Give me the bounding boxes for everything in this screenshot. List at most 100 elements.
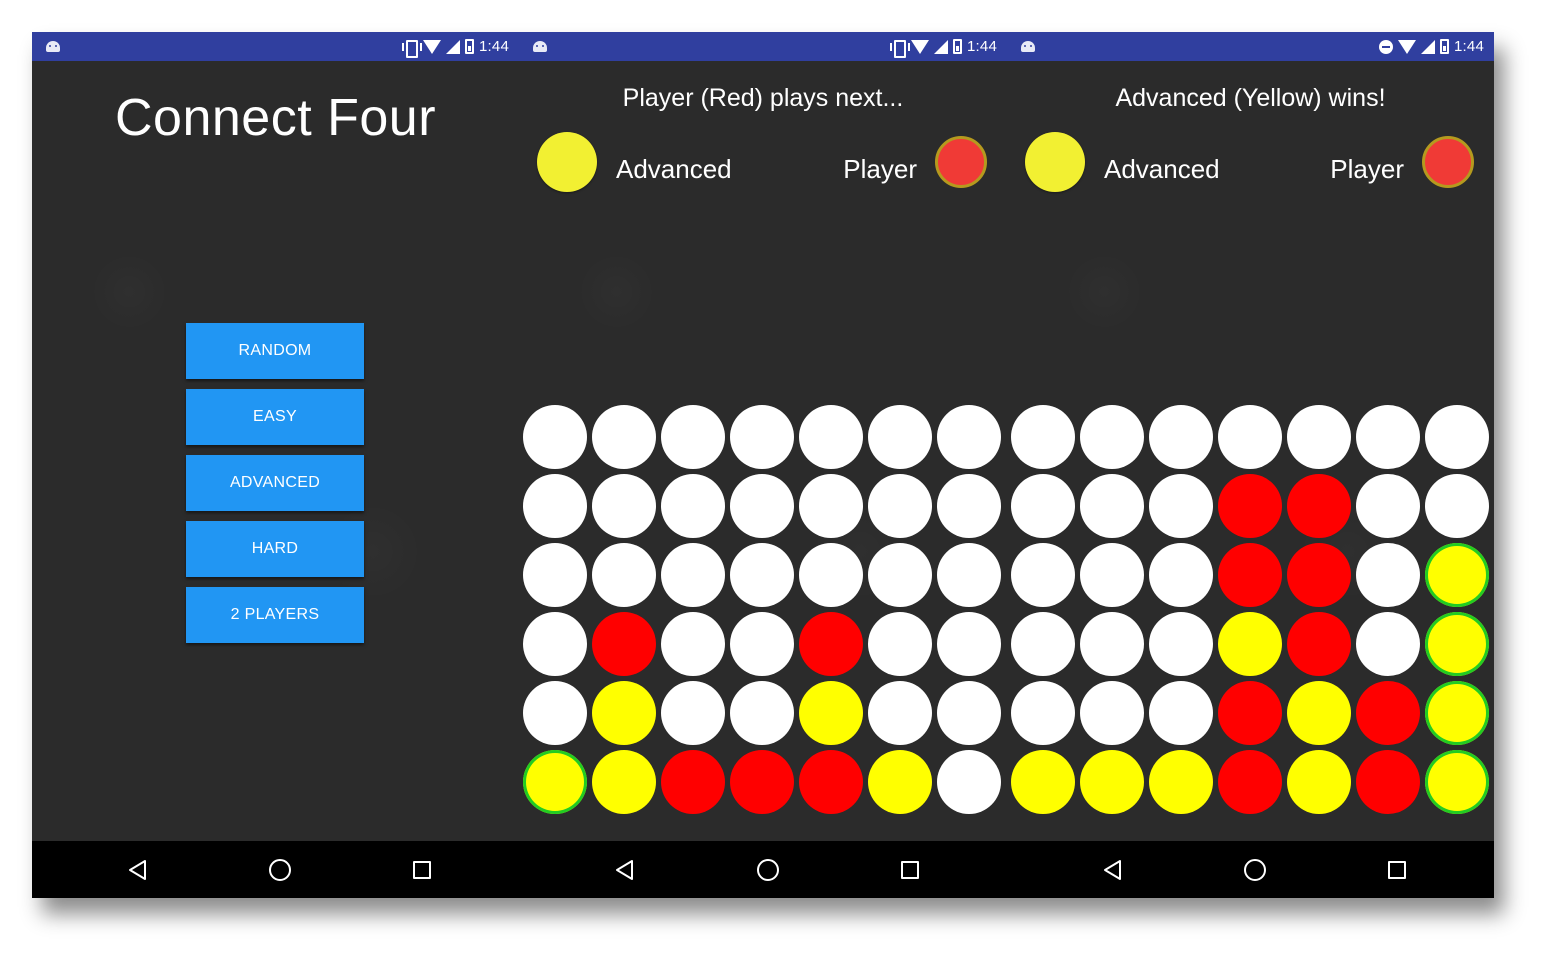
red-disc[interactable] (730, 750, 794, 814)
empty-slot[interactable] (1218, 405, 1282, 469)
red-disc[interactable] (799, 750, 863, 814)
empty-slot[interactable] (1425, 405, 1489, 469)
home-icon[interactable] (756, 858, 779, 881)
empty-slot[interactable] (1149, 543, 1213, 607)
red-disc[interactable] (1218, 750, 1282, 814)
empty-slot[interactable] (592, 405, 656, 469)
two-players-button[interactable]: 2 PLAYERS (186, 587, 364, 643)
yellow-disc[interactable] (799, 681, 863, 745)
red-disc[interactable] (1218, 681, 1282, 745)
home-icon[interactable] (1244, 858, 1266, 881)
advanced-button[interactable]: ADVANCED (186, 455, 364, 511)
empty-slot[interactable] (868, 612, 932, 676)
empty-slot[interactable] (1356, 612, 1420, 676)
hard-button[interactable]: HARD (186, 521, 364, 577)
empty-slot[interactable] (730, 543, 794, 607)
empty-slot[interactable] (1011, 405, 1075, 469)
red-disc[interactable] (661, 750, 725, 814)
recent-apps-icon[interactable] (901, 860, 919, 879)
empty-slot[interactable] (799, 543, 863, 607)
empty-slot[interactable] (661, 681, 725, 745)
red-disc[interactable] (1287, 612, 1351, 676)
empty-slot[interactable] (730, 474, 794, 538)
empty-slot[interactable] (937, 750, 1001, 814)
red-disc[interactable] (1287, 474, 1351, 538)
red-disc[interactable] (1218, 474, 1282, 538)
yellow-disc[interactable] (1011, 750, 1075, 814)
recent-apps-icon[interactable] (413, 860, 431, 879)
empty-slot[interactable] (868, 474, 932, 538)
empty-slot[interactable] (730, 612, 794, 676)
empty-slot[interactable] (661, 543, 725, 607)
random-button[interactable]: RANDOM (186, 323, 364, 379)
winning-yellow-disc[interactable] (523, 750, 587, 814)
empty-slot[interactable] (1356, 405, 1420, 469)
empty-slot[interactable] (523, 543, 587, 607)
back-icon[interactable] (1102, 859, 1122, 881)
yellow-disc[interactable] (592, 750, 656, 814)
empty-slot[interactable] (1149, 681, 1213, 745)
red-disc[interactable] (1356, 750, 1420, 814)
yellow-disc[interactable] (1287, 681, 1351, 745)
empty-slot[interactable] (730, 681, 794, 745)
winning-yellow-disc[interactable] (1425, 681, 1489, 745)
yellow-disc[interactable] (1080, 750, 1144, 814)
empty-slot[interactable] (592, 543, 656, 607)
empty-slot[interactable] (661, 405, 725, 469)
empty-slot[interactable] (1356, 543, 1420, 607)
red-disc[interactable] (592, 612, 656, 676)
empty-slot[interactable] (937, 612, 1001, 676)
easy-button[interactable]: EASY (186, 389, 364, 445)
empty-slot[interactable] (1356, 474, 1420, 538)
empty-slot[interactable] (1080, 405, 1144, 469)
yellow-disc[interactable] (1149, 750, 1213, 814)
empty-slot[interactable] (1080, 543, 1144, 607)
empty-slot[interactable] (1011, 474, 1075, 538)
empty-slot[interactable] (937, 405, 1001, 469)
yellow-disc[interactable] (868, 750, 932, 814)
empty-slot[interactable] (523, 474, 587, 538)
empty-slot[interactable] (1080, 612, 1144, 676)
red-disc[interactable] (1218, 543, 1282, 607)
empty-slot[interactable] (1011, 681, 1075, 745)
empty-slot[interactable] (592, 474, 656, 538)
red-disc[interactable] (1287, 543, 1351, 607)
winning-yellow-disc[interactable] (1425, 543, 1489, 607)
empty-slot[interactable] (661, 612, 725, 676)
empty-slot[interactable] (1011, 612, 1075, 676)
yellow-disc[interactable] (1287, 750, 1351, 814)
empty-slot[interactable] (799, 405, 863, 469)
empty-slot[interactable] (868, 681, 932, 745)
empty-slot[interactable] (799, 474, 863, 538)
back-icon[interactable] (614, 859, 634, 881)
yellow-disc[interactable] (592, 681, 656, 745)
empty-slot[interactable] (730, 405, 794, 469)
empty-slot[interactable] (1149, 405, 1213, 469)
empty-slot[interactable] (1149, 612, 1213, 676)
empty-slot[interactable] (868, 405, 932, 469)
empty-slot[interactable] (523, 681, 587, 745)
empty-slot[interactable] (1149, 474, 1213, 538)
recent-apps-icon[interactable] (1388, 860, 1406, 879)
empty-slot[interactable] (1080, 474, 1144, 538)
empty-slot[interactable] (1425, 474, 1489, 538)
empty-slot[interactable] (1287, 405, 1351, 469)
empty-slot[interactable] (523, 612, 587, 676)
empty-slot[interactable] (868, 543, 932, 607)
game-board[interactable] (523, 405, 1001, 814)
red-disc[interactable] (799, 612, 863, 676)
empty-slot[interactable] (523, 405, 587, 469)
red-disc[interactable] (1356, 681, 1420, 745)
yellow-disc[interactable] (1218, 612, 1282, 676)
winning-yellow-disc[interactable] (1425, 612, 1489, 676)
empty-slot[interactable] (937, 681, 1001, 745)
empty-slot[interactable] (1011, 543, 1075, 607)
winning-yellow-disc[interactable] (1425, 750, 1489, 814)
home-icon[interactable] (269, 858, 291, 881)
game-board[interactable] (1011, 405, 1489, 814)
empty-slot[interactable] (1080, 681, 1144, 745)
empty-slot[interactable] (937, 474, 1001, 538)
empty-slot[interactable] (661, 474, 725, 538)
back-icon[interactable] (127, 859, 147, 881)
empty-slot[interactable] (937, 543, 1001, 607)
